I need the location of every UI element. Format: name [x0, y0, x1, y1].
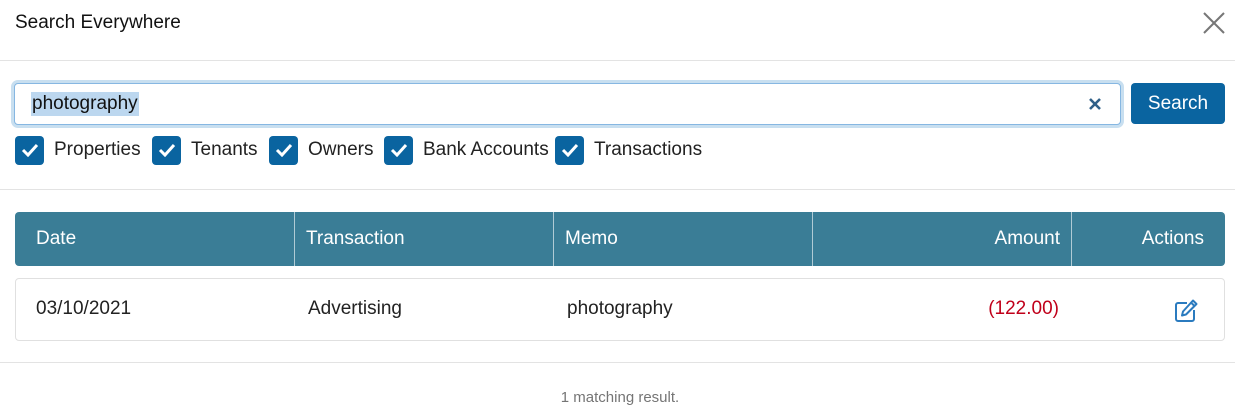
- column-header-transaction[interactable]: Transaction: [306, 212, 405, 266]
- modal-title: Search Everywhere: [15, 12, 181, 33]
- cell-transaction: Advertising: [308, 298, 402, 319]
- column-header-date[interactable]: Date: [36, 212, 76, 266]
- search-query-text[interactable]: photography: [31, 92, 139, 116]
- clear-icon[interactable]: [1088, 97, 1102, 111]
- cell-date: 03/10/2021: [36, 298, 132, 319]
- column-divider: [294, 212, 295, 266]
- column-header-amount[interactable]: Amount: [995, 212, 1060, 266]
- modal-header: Search Everywhere: [0, 0, 1235, 61]
- search-button[interactable]: Search: [1131, 83, 1225, 124]
- filter-tenants[interactable]: Tenants: [152, 135, 258, 165]
- filter-label: Transactions: [594, 139, 703, 160]
- filter-label: Tenants: [191, 139, 258, 160]
- modal-footer: 1 matching result.: [0, 362, 1235, 415]
- column-divider: [1071, 212, 1072, 266]
- check-icon[interactable]: [384, 135, 413, 165]
- search-section: photography Search Properties Tenants Ow…: [0, 61, 1235, 190]
- edit-icon[interactable]: [1173, 298, 1199, 324]
- filter-label: Owners: [308, 139, 374, 160]
- column-divider: [553, 212, 554, 266]
- search-input[interactable]: photography: [14, 83, 1121, 125]
- cell-amount: (122.00): [988, 298, 1059, 319]
- close-icon[interactable]: [1201, 10, 1227, 36]
- column-divider: [812, 212, 813, 266]
- column-header-actions: Actions: [1141, 228, 1204, 249]
- filter-owners[interactable]: Owners: [269, 135, 373, 165]
- check-icon[interactable]: [555, 135, 584, 165]
- filter-bank-accounts[interactable]: Bank Accounts: [384, 135, 549, 165]
- result-count: 1 matching result.: [560, 389, 680, 406]
- filter-label: Properties: [54, 139, 141, 160]
- check-icon[interactable]: [152, 135, 181, 165]
- results-table-header: Date Transaction Memo Amount Actions: [15, 212, 1225, 266]
- table-row[interactable]: 03/10/2021 Advertising photography (122.…: [15, 278, 1225, 341]
- filter-transactions[interactable]: Transactions: [555, 135, 702, 165]
- filter-properties[interactable]: Properties: [15, 135, 141, 165]
- check-icon[interactable]: [15, 135, 44, 165]
- check-icon[interactable]: [269, 135, 298, 165]
- filter-label: Bank Accounts: [423, 139, 549, 160]
- column-header-memo[interactable]: Memo: [565, 212, 618, 266]
- cell-memo: photography: [567, 298, 673, 319]
